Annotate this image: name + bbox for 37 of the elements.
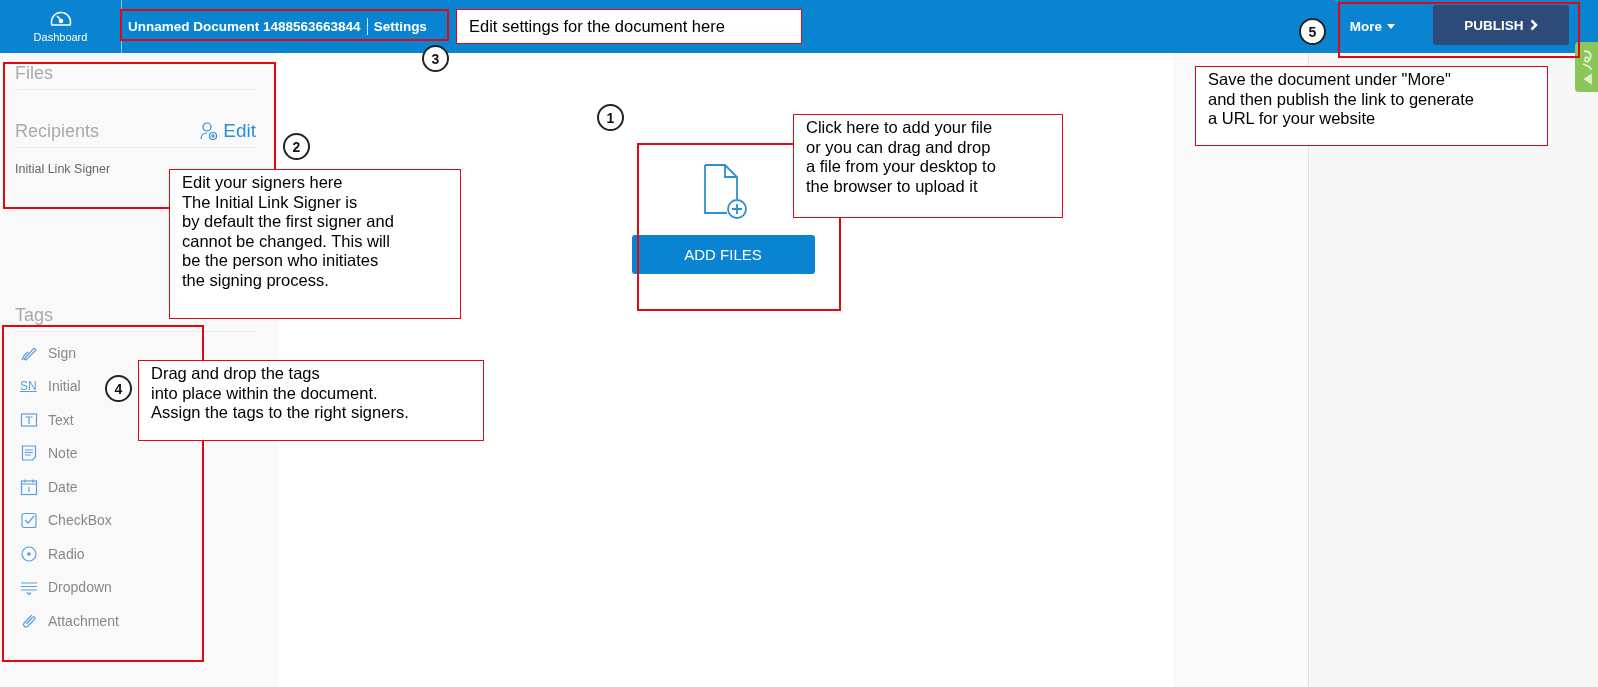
callout-note: Drag and drop the tags into place within the document. Assign the tags to the right signers.	[138, 360, 484, 441]
callout-note: Edit settings for the document here	[456, 9, 802, 44]
gauge-icon	[48, 10, 73, 28]
calendar-icon	[20, 477, 38, 496]
tag-item[interactable]: Note	[48, 445, 78, 462]
publish-button[interactable]: PUBLISH	[1433, 5, 1569, 45]
caret-icon	[1387, 24, 1395, 29]
document-title: Unnamed Document 1488563663844	[128, 19, 361, 34]
step-number: 2	[283, 133, 310, 160]
edit-link[interactable]: Edit	[199, 120, 256, 142]
more-menu[interactable]: More	[1349, 0, 1395, 53]
callout-note: Click here to add your file or you can drag and drop a file from your desktop to the browser to upload it	[793, 114, 1063, 218]
recipients-heading: Recipients	[15, 120, 100, 142]
callout-note: Save the document under "More" and then publish the link to generate a URL for your website	[1195, 66, 1548, 146]
chevron-right-icon	[1529, 19, 1538, 31]
tags-heading: Tags	[15, 305, 54, 326]
tag-item[interactable]: Radio	[48, 545, 85, 562]
add-user-icon	[199, 121, 220, 141]
help-tab[interactable]	[1575, 42, 1598, 92]
radio-icon	[20, 544, 38, 563]
recipient-name: Initial Link Signer	[15, 162, 112, 176]
tag-item[interactable]: CheckBox	[48, 512, 112, 529]
files-heading: Files	[15, 63, 53, 84]
tag-item[interactable]: Text	[48, 411, 74, 428]
tag-item[interactable]: Attachment	[48, 612, 119, 629]
tag-item[interactable]: Date	[48, 478, 78, 495]
text-box-icon	[20, 410, 38, 429]
settings-link[interactable]: Settings	[373, 19, 427, 34]
checkbox-icon	[20, 511, 38, 530]
tag-item[interactable]: Sign	[48, 344, 77, 361]
tag-item[interactable]: Initial	[48, 378, 81, 395]
tag-item[interactable]: Dropdown	[48, 579, 112, 596]
note-icon	[20, 444, 38, 463]
callout-note: Edit your signers here The Initial Link Signer is by default the first signer and cannot be changed. This will be the person who initiates the signing process.	[169, 169, 461, 319]
initials-icon: SN	[20, 379, 38, 394]
add-files-button[interactable]: ADD FILES	[631, 235, 815, 274]
step-number: 1	[597, 104, 624, 131]
